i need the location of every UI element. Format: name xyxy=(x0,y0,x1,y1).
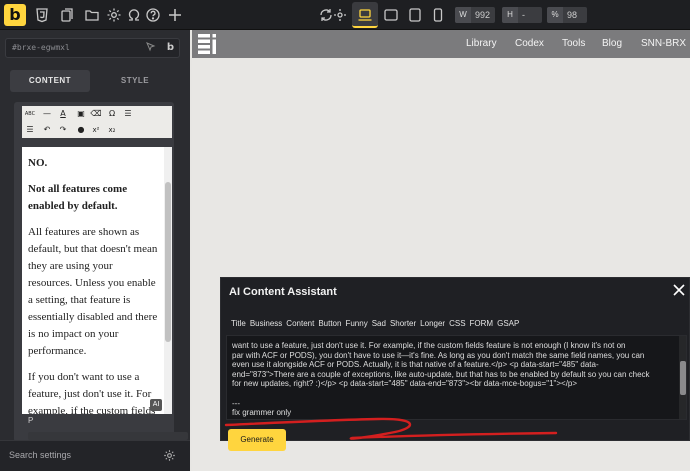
tablet-landscape-icon[interactable] xyxy=(383,7,399,23)
prompt-text-line: want to use a feature, just don't use it… xyxy=(232,341,626,350)
prompt-chip-sad[interactable]: Sad xyxy=(372,319,386,328)
paragraph-format-icon[interactable]: ABC xyxy=(24,108,36,120)
generate-button[interactable]: Generate xyxy=(228,429,286,451)
text-color-icon[interactable]: A xyxy=(57,108,69,120)
zoom-label: % xyxy=(547,7,563,23)
zoom-value: 98 xyxy=(567,10,578,20)
nav-tools[interactable]: Tools xyxy=(562,30,585,58)
editor-paragraph: If you don't want to use a feature, just… xyxy=(28,371,156,414)
gear-icon[interactable] xyxy=(106,7,122,23)
add-icon[interactable] xyxy=(167,7,183,23)
prompt-text-line xyxy=(232,389,677,399)
width-label: W xyxy=(455,7,471,23)
nav-snn-brx[interactable]: SNN-BRX xyxy=(641,30,686,58)
prompt-text-line: even use it alongside ACF or PODS. Actua… xyxy=(232,360,599,370)
height-field[interactable]: H - xyxy=(502,7,542,23)
settings-sidebar: #brxe-egwmxl b CONTENT STYLE ABC — A ▣ ⌫… xyxy=(0,30,190,471)
element-id: #brxe-egwmxl xyxy=(12,43,70,52)
mobile-icon[interactable] xyxy=(430,7,446,23)
prompt-chip-content[interactable]: Content xyxy=(286,319,314,328)
editor-scrollbar-thumb[interactable] xyxy=(165,182,171,342)
html-icon[interactable] xyxy=(34,7,50,23)
tab-content[interactable]: CONTENT xyxy=(10,70,90,92)
prompt-chip-funny[interactable]: Funny xyxy=(345,319,367,328)
tab-style[interactable]: STYLE xyxy=(95,70,175,92)
prompt-chip-business[interactable]: Business xyxy=(250,319,282,328)
paste-text-icon[interactable]: ▣ xyxy=(75,108,87,120)
bricks-b-icon[interactable]: b xyxy=(167,39,174,57)
cursor-picker-icon[interactable] xyxy=(145,41,157,53)
width-value: 992 xyxy=(475,10,491,20)
prompt-text: want to use a feature, just don't use it… xyxy=(232,341,677,418)
rich-text-editor: ABC — A ▣ ⌫ Ω ☰ ☰ ↶ ↷ ● x² x₂ NO. Not all… xyxy=(14,102,188,442)
search-settings-input[interactable]: Search settings xyxy=(9,450,71,460)
prompt-text-line: par with ACF or PODS), you don't have to… xyxy=(232,350,645,360)
element-path-tag: P xyxy=(28,416,34,425)
prompt-chip-form[interactable]: FORM xyxy=(470,319,494,328)
builder-window: b W 992 H - % 98 #brxe-egwmxl b CONTENT … xyxy=(0,0,690,471)
help-icon[interactable]: ● xyxy=(75,124,87,136)
zoom-field[interactable]: % 98 xyxy=(547,7,587,23)
site-header: Library Codex Tools Blog SNN-BRX xyxy=(192,30,690,58)
textarea-scrollbar[interactable] xyxy=(679,336,686,419)
width-field[interactable]: W 992 xyxy=(455,7,495,23)
height-value: - xyxy=(522,10,525,20)
subscript-icon[interactable]: x₂ xyxy=(106,124,118,136)
prompt-chip-shorter[interactable]: Shorter xyxy=(390,319,416,328)
prompt-text-line: for new updates, right? :)</p> <p data-s… xyxy=(232,379,578,389)
prompt-chip-button[interactable]: Button xyxy=(318,319,341,328)
redo-icon[interactable]: ↷ xyxy=(57,124,69,136)
prompt-chip-title[interactable]: Title xyxy=(231,319,246,328)
resize-handle[interactable] xyxy=(28,432,188,440)
editor-paragraph: Not all features come enabled by default… xyxy=(28,183,128,212)
editor-content[interactable]: NO. Not all features come enabled by defa… xyxy=(22,147,164,414)
prompt-text-line: end="873">There are a couple of exceptio… xyxy=(232,369,650,379)
prompt-text-line: fix grammer only xyxy=(232,408,292,418)
horizontal-rule-icon[interactable]: — xyxy=(41,108,53,120)
desktop-breakpoint-icon[interactable] xyxy=(352,2,378,28)
settings-gear-icon[interactable] xyxy=(163,449,176,462)
editor-paragraph: All features are shown as default, but t… xyxy=(28,226,158,357)
pages-icon[interactable] xyxy=(59,7,75,23)
indent-icon[interactable]: ☰ xyxy=(24,124,36,136)
top-toolbar: b W 992 H - % 98 xyxy=(0,0,690,30)
prompt-chip-longer[interactable]: Longer xyxy=(420,319,445,328)
tablet-portrait-icon[interactable] xyxy=(407,7,423,23)
ai-badge[interactable]: AI xyxy=(150,399,162,411)
outdent-icon[interactable]: ☰ xyxy=(122,108,134,120)
nav-library[interactable]: Library xyxy=(466,30,497,58)
height-label: H xyxy=(502,7,518,23)
prompt-textarea[interactable]: want to use a feature, just don't use it… xyxy=(226,335,687,420)
element-id-field[interactable]: #brxe-egwmxl b xyxy=(5,38,180,58)
bricks-logo[interactable]: b xyxy=(4,4,26,26)
undo-icon[interactable]: ↶ xyxy=(41,124,53,136)
omega-icon[interactable] xyxy=(126,7,142,23)
special-character-icon[interactable]: Ω xyxy=(106,108,118,120)
help-icon[interactable] xyxy=(145,7,161,23)
folder-icon[interactable] xyxy=(84,7,100,23)
close-icon[interactable] xyxy=(672,283,686,297)
editor-toolbar-row-1: ABC — A ▣ ⌫ Ω ☰ xyxy=(22,106,172,122)
textarea-scrollbar-thumb[interactable] xyxy=(680,361,686,395)
modal-title: AI Content Assistant xyxy=(229,286,337,298)
site-logo[interactable] xyxy=(197,33,219,55)
prompt-text-line: --- xyxy=(232,398,240,408)
editor-toolbar-row-2: ☰ ↶ ↷ ● x² x₂ xyxy=(22,122,172,138)
prompt-chip-gsap[interactable]: GSAP xyxy=(497,319,519,328)
breakpoint-settings-icon[interactable] xyxy=(332,7,348,23)
nav-blog[interactable]: Blog xyxy=(602,30,622,58)
nav-codex[interactable]: Codex xyxy=(515,30,544,58)
superscript-icon[interactable]: x² xyxy=(90,124,102,136)
editor-scrollbar[interactable] xyxy=(164,147,172,414)
clear-formatting-icon[interactable]: ⌫ xyxy=(90,108,102,120)
prompt-chips: Title Business Content Button Funny Sad Shorte… xyxy=(231,319,523,328)
prompt-chip-css[interactable]: CSS xyxy=(449,319,465,328)
editor-paragraph: NO. xyxy=(28,157,48,169)
sidebar-footer: Search settings xyxy=(0,440,190,471)
ai-content-assistant-modal: AI Content Assistant Title Business Conten… xyxy=(220,277,690,451)
